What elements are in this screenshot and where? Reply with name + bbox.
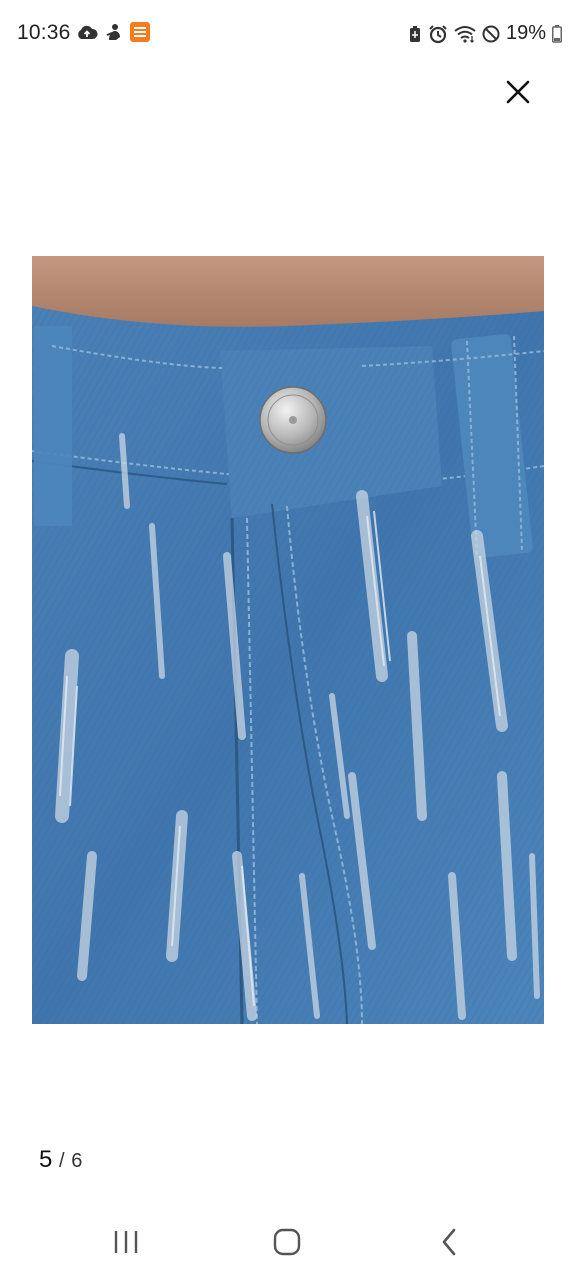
wifi-icon [454,25,476,43]
total-pages: 6 [71,1150,83,1172]
status-bar: 10:36 19% [0,0,576,66]
home-button[interactable] [257,1218,317,1266]
product-image[interactable] [32,256,544,1024]
temu-app-icon [130,22,150,42]
page-indicator: 5 / 6 [39,1146,82,1174]
navigation-bar [0,1200,576,1280]
back-button[interactable] [419,1218,479,1266]
back-icon [442,1228,456,1256]
app-notification-icon [106,23,122,41]
home-icon [273,1228,301,1256]
cloud-upload-icon [76,24,98,40]
close-icon [506,80,530,104]
recent-apps-button[interactable] [96,1218,156,1266]
denim-photo [32,256,544,1024]
battery-icon [552,24,562,43]
current-page: 5 [39,1146,53,1173]
close-button[interactable] [498,72,538,112]
page-separator: / [59,1150,65,1172]
status-left-icons [76,22,150,42]
battery-percent: 19% [505,22,546,44]
recent-apps-icon [114,1231,138,1253]
do-not-disturb-icon [482,25,500,43]
status-right-icons: 19% [408,22,562,45]
battery-saver-icon [408,25,422,43]
status-time: 10:36 [17,21,71,44]
alarm-icon [428,24,448,44]
